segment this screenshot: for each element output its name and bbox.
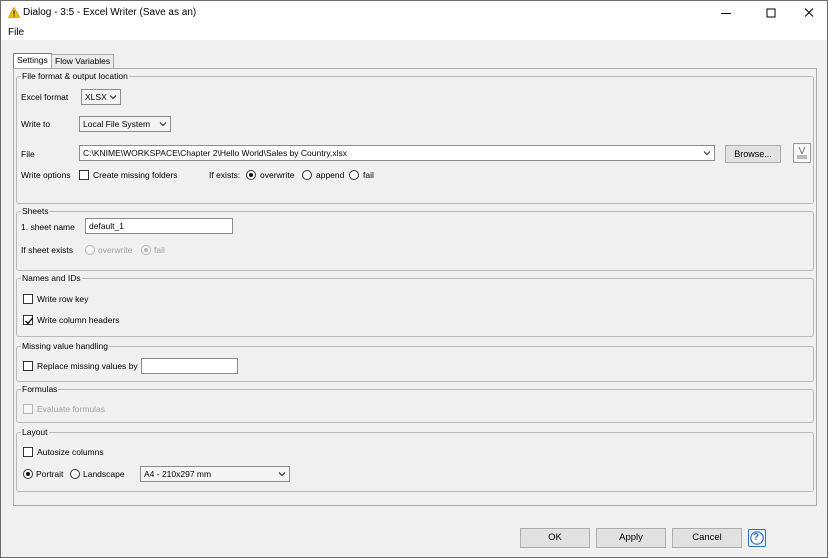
tab-settings[interactable]: Settings bbox=[13, 53, 52, 69]
group-layout: Layout Autosize columns Portrait Landsca… bbox=[16, 427, 814, 492]
if-exists-overwrite-radio[interactable] bbox=[246, 170, 256, 180]
excel-format-value: XLSX bbox=[85, 92, 107, 102]
write-row-key-checkbox[interactable] bbox=[23, 294, 33, 304]
if-exists-label: If exists: bbox=[209, 170, 241, 180]
evaluate-formulas-label: Evaluate formulas bbox=[37, 404, 106, 414]
chevron-down-icon bbox=[278, 472, 286, 477]
file-label: File bbox=[21, 149, 35, 159]
group-file-format-legend: File format & output location bbox=[21, 71, 129, 81]
group-formulas-legend: Formulas bbox=[21, 384, 59, 394]
group-names-ids: Names and IDs Write row key Write column… bbox=[16, 273, 814, 337]
maximize-icon bbox=[766, 8, 776, 18]
if-exists-overwrite-label: overwrite bbox=[260, 170, 295, 180]
chevron-down-icon bbox=[159, 122, 167, 127]
if-sheet-exists-fail-label: fail bbox=[154, 245, 165, 255]
group-sheets: Sheets 1. sheet name default_1 If sheet … bbox=[16, 206, 814, 271]
ok-button[interactable]: OK bbox=[520, 528, 590, 548]
if-exists-fail-radio[interactable] bbox=[349, 170, 359, 180]
group-missing-values: Missing value handling Replace missing v… bbox=[16, 341, 814, 382]
dialog-window: Dialog - 3:5 - Excel Writer (Save as an)… bbox=[0, 0, 828, 558]
if-sheet-exists-label: If sheet exists bbox=[21, 245, 73, 255]
write-options-label: Write options bbox=[21, 170, 71, 180]
file-path-value: C:\KNIME\WORKSPACE\Chapter 2\Hello World… bbox=[83, 148, 348, 158]
window-title: Dialog - 3:5 - Excel Writer (Save as an) bbox=[23, 7, 197, 18]
write-row-key-label: Write row key bbox=[37, 294, 89, 304]
group-missing-values-legend: Missing value handling bbox=[21, 341, 109, 351]
autosize-columns-label: Autosize columns bbox=[37, 447, 104, 457]
group-file-format: File format & output location Excel form… bbox=[16, 71, 814, 204]
if-exists-fail-label: fail bbox=[363, 170, 374, 180]
checkmark-icon bbox=[25, 317, 34, 325]
sheet-name-label: 1. sheet name bbox=[21, 222, 75, 232]
title-bar: Dialog - 3:5 - Excel Writer (Save as an) bbox=[1, 1, 827, 25]
close-icon bbox=[804, 8, 814, 17]
landscape-radio[interactable] bbox=[70, 469, 80, 479]
help-button[interactable]: ? bbox=[748, 529, 766, 547]
help-label: ? bbox=[753, 532, 760, 543]
write-to-label: Write to bbox=[21, 119, 51, 129]
write-to-value: Local File System bbox=[83, 119, 151, 129]
maximize-button[interactable] bbox=[760, 4, 782, 22]
excel-format-label: Excel format bbox=[21, 92, 69, 102]
paper-size-select[interactable]: A4 - 210x297 mm bbox=[140, 466, 290, 482]
warning-triangle-icon bbox=[7, 6, 21, 18]
chevron-down-icon bbox=[703, 151, 711, 156]
cancel-button[interactable]: Cancel bbox=[672, 528, 742, 548]
close-button[interactable] bbox=[798, 4, 820, 22]
replace-missing-input[interactable] bbox=[141, 358, 238, 374]
group-names-ids-legend: Names and IDs bbox=[21, 273, 82, 283]
create-missing-folders-checkbox[interactable] bbox=[79, 170, 89, 180]
if-sheet-exists-overwrite-radio[interactable] bbox=[85, 245, 95, 255]
write-to-select[interactable]: Local File System bbox=[79, 116, 171, 132]
settings-panel: File format & output location Excel form… bbox=[13, 68, 817, 506]
chevron-down-icon bbox=[109, 95, 117, 100]
file-status-icon[interactable] bbox=[793, 143, 811, 163]
write-column-headers-checkbox[interactable] bbox=[23, 315, 34, 325]
create-missing-folders-label: Create missing folders bbox=[93, 170, 178, 180]
tab-flow-variables[interactable]: Flow Variables bbox=[51, 54, 115, 68]
menu-file[interactable]: File bbox=[8, 27, 24, 38]
menu-bar: File bbox=[1, 25, 827, 40]
excel-format-select[interactable]: XLSX bbox=[81, 89, 121, 105]
portrait-radio[interactable] bbox=[23, 469, 33, 479]
apply-button[interactable]: Apply bbox=[596, 528, 666, 548]
group-layout-legend: Layout bbox=[21, 427, 49, 437]
landscape-label: Landscape bbox=[83, 469, 125, 479]
paper-size-value: A4 - 210x297 mm bbox=[144, 469, 212, 479]
portrait-label: Portrait bbox=[36, 469, 64, 479]
replace-missing-label: Replace missing values by bbox=[37, 361, 138, 371]
minimize-button[interactable] bbox=[715, 4, 737, 22]
sheet-name-input[interactable]: default_1 bbox=[85, 218, 233, 234]
file-path-combo[interactable]: C:\KNIME\WORKSPACE\Chapter 2\Hello World… bbox=[79, 145, 715, 161]
replace-missing-checkbox[interactable] bbox=[23, 361, 33, 371]
if-exists-append-label: append bbox=[316, 170, 345, 180]
group-sheets-legend: Sheets bbox=[21, 206, 50, 216]
minimize-icon bbox=[721, 13, 731, 14]
group-formulas: Formulas Evaluate formulas bbox=[16, 384, 814, 423]
write-column-headers-label: Write column headers bbox=[37, 315, 120, 325]
if-sheet-exists-fail-radio[interactable] bbox=[141, 245, 151, 255]
if-exists-append-radio[interactable] bbox=[302, 170, 312, 180]
autosize-columns-checkbox[interactable] bbox=[23, 447, 33, 457]
if-sheet-exists-overwrite-label: overwrite bbox=[98, 245, 133, 255]
evaluate-formulas-checkbox[interactable] bbox=[23, 404, 33, 414]
browse-button[interactable]: Browse... bbox=[725, 145, 781, 163]
